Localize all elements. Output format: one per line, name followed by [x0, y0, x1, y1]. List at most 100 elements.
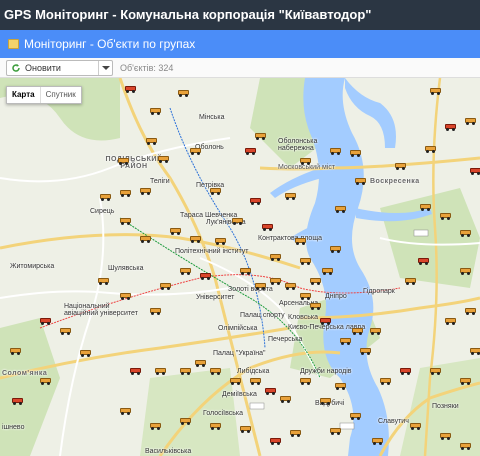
vehicle-marker-icon[interactable] — [440, 213, 451, 220]
vehicle-marker-icon[interactable] — [255, 133, 266, 140]
vehicle-marker-icon[interactable] — [418, 258, 429, 265]
vehicle-marker-icon[interactable] — [310, 278, 321, 285]
vehicle-marker-icon[interactable] — [118, 158, 129, 165]
vehicle-marker-icon[interactable] — [240, 268, 251, 275]
vehicle-marker-icon[interactable] — [320, 318, 331, 325]
vehicle-marker-icon[interactable] — [420, 204, 431, 211]
vehicle-marker-icon[interactable] — [310, 303, 321, 310]
vehicle-marker-icon[interactable] — [445, 318, 456, 325]
vehicle-marker-icon[interactable] — [150, 423, 161, 430]
vehicle-marker-icon[interactable] — [410, 423, 421, 430]
vehicle-marker-icon[interactable] — [460, 443, 471, 450]
vehicle-marker-icon[interactable] — [322, 268, 333, 275]
vehicle-marker-icon[interactable] — [330, 428, 341, 435]
vehicle-marker-icon[interactable] — [250, 198, 261, 205]
refresh-dropdown[interactable]: Оновити — [6, 60, 113, 76]
vehicle-marker-icon[interactable] — [180, 268, 191, 275]
vehicle-marker-icon[interactable] — [405, 278, 416, 285]
vehicle-marker-icon[interactable] — [335, 383, 346, 390]
vehicle-marker-icon[interactable] — [210, 368, 221, 375]
vehicle-marker-icon[interactable] — [430, 368, 441, 375]
vehicle-marker-icon[interactable] — [285, 193, 296, 200]
vehicle-marker-icon[interactable] — [155, 368, 166, 375]
chevron-down-icon[interactable] — [98, 61, 112, 75]
vehicle-marker-icon[interactable] — [60, 328, 71, 335]
vehicle-marker-icon[interactable] — [360, 348, 371, 355]
vehicle-marker-icon[interactable] — [120, 293, 131, 300]
vehicle-marker-icon[interactable] — [240, 426, 251, 433]
vehicle-marker-icon[interactable] — [140, 236, 151, 243]
vehicle-marker-icon[interactable] — [465, 118, 476, 125]
vehicle-marker-icon[interactable] — [232, 218, 243, 225]
vehicle-marker-icon[interactable] — [80, 350, 91, 357]
vehicle-marker-icon[interactable] — [460, 378, 471, 385]
vehicle-marker-icon[interactable] — [190, 148, 201, 155]
vehicle-marker-icon[interactable] — [340, 338, 351, 345]
vehicle-marker-icon[interactable] — [125, 86, 136, 93]
vehicle-marker-icon[interactable] — [440, 433, 451, 440]
vehicle-marker-icon[interactable] — [300, 258, 311, 265]
map-type-control[interactable]: Карта Спутник — [6, 86, 82, 104]
vehicle-marker-icon[interactable] — [300, 158, 311, 165]
vehicle-marker-icon[interactable] — [300, 293, 311, 300]
vehicle-marker-icon[interactable] — [330, 148, 341, 155]
vehicle-marker-icon[interactable] — [40, 378, 51, 385]
vehicle-marker-icon[interactable] — [445, 124, 456, 131]
vehicle-marker-icon[interactable] — [295, 238, 306, 245]
vehicle-marker-icon[interactable] — [300, 378, 311, 385]
vehicle-marker-icon[interactable] — [40, 318, 51, 325]
vehicle-marker-icon[interactable] — [335, 206, 346, 213]
vehicle-marker-icon[interactable] — [330, 246, 341, 253]
vehicle-marker-icon[interactable] — [140, 188, 151, 195]
vehicle-marker-icon[interactable] — [245, 148, 256, 155]
vehicle-marker-icon[interactable] — [280, 396, 291, 403]
vehicle-marker-icon[interactable] — [130, 368, 141, 375]
vehicle-marker-icon[interactable] — [262, 224, 273, 231]
map-type-satellite-button[interactable]: Спутник — [41, 87, 81, 103]
vehicle-marker-icon[interactable] — [120, 190, 131, 197]
vehicle-marker-icon[interactable] — [195, 360, 206, 367]
vehicle-marker-icon[interactable] — [270, 254, 281, 261]
vehicle-marker-icon[interactable] — [158, 156, 169, 163]
vehicle-marker-icon[interactable] — [470, 348, 480, 355]
vehicle-marker-icon[interactable] — [100, 194, 111, 201]
vehicle-marker-icon[interactable] — [400, 368, 411, 375]
vehicle-marker-icon[interactable] — [470, 168, 480, 175]
vehicle-marker-icon[interactable] — [150, 308, 161, 315]
vehicle-marker-icon[interactable] — [372, 438, 383, 445]
vehicle-marker-icon[interactable] — [350, 413, 361, 420]
map-type-map-button[interactable]: Карта — [7, 87, 41, 103]
vehicle-marker-icon[interactable] — [350, 150, 361, 157]
vehicle-marker-icon[interactable] — [395, 163, 406, 170]
vehicle-marker-icon[interactable] — [430, 88, 441, 95]
vehicle-marker-icon[interactable] — [265, 388, 276, 395]
vehicle-marker-icon[interactable] — [178, 90, 189, 97]
vehicle-marker-icon[interactable] — [215, 238, 226, 245]
vehicle-marker-icon[interactable] — [355, 178, 366, 185]
vehicle-marker-icon[interactable] — [352, 328, 363, 335]
vehicle-marker-icon[interactable] — [146, 138, 157, 145]
vehicle-marker-icon[interactable] — [190, 236, 201, 243]
vehicle-marker-icon[interactable] — [285, 283, 296, 290]
vehicle-marker-icon[interactable] — [270, 438, 281, 445]
vehicle-marker-icon[interactable] — [12, 398, 23, 405]
vehicle-marker-icon[interactable] — [160, 283, 171, 290]
vehicle-marker-icon[interactable] — [290, 430, 301, 437]
vehicle-marker-icon[interactable] — [380, 378, 391, 385]
vehicle-marker-icon[interactable] — [465, 308, 476, 315]
vehicle-marker-icon[interactable] — [180, 368, 191, 375]
vehicle-marker-icon[interactable] — [120, 218, 131, 225]
vehicle-marker-icon[interactable] — [120, 408, 131, 415]
vehicle-marker-icon[interactable] — [250, 378, 261, 385]
vehicle-marker-icon[interactable] — [255, 283, 266, 290]
vehicle-marker-icon[interactable] — [170, 228, 181, 235]
vehicle-marker-icon[interactable] — [150, 108, 161, 115]
vehicle-marker-icon[interactable] — [230, 378, 241, 385]
vehicle-marker-icon[interactable] — [10, 348, 21, 355]
vehicle-marker-icon[interactable] — [425, 146, 436, 153]
map-view[interactable]: Карта Спутник Мінська Оболонь Оболонська… — [0, 78, 480, 456]
vehicle-marker-icon[interactable] — [460, 230, 471, 237]
vehicle-marker-icon[interactable] — [200, 273, 211, 280]
vehicle-marker-icon[interactable] — [320, 398, 331, 405]
vehicle-marker-icon[interactable] — [460, 268, 471, 275]
